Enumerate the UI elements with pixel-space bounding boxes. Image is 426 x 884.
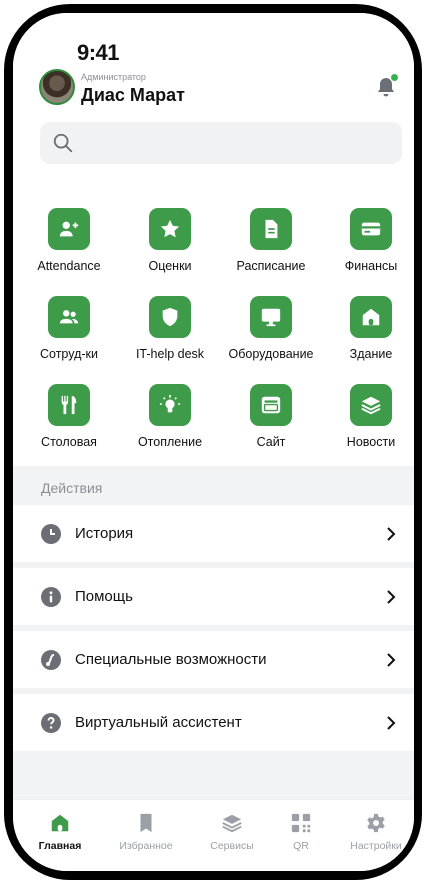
service-label: Расписание xyxy=(236,259,306,273)
header: 9:41 Администратор Диас Марат xyxy=(13,13,414,185)
layers-icon xyxy=(222,814,242,833)
bookmark-icon xyxy=(140,813,152,833)
home-icon xyxy=(362,308,380,326)
monitor-icon xyxy=(261,308,281,327)
gear-icon xyxy=(367,813,385,833)
people-icon xyxy=(59,310,79,324)
search-bar[interactable] xyxy=(40,122,402,164)
service-label: Оборудование xyxy=(228,347,314,361)
card-icon xyxy=(361,222,381,236)
layers-icon xyxy=(361,396,381,415)
action-label: Помощь xyxy=(75,588,133,605)
tab-services[interactable]: Сервисы xyxy=(197,812,267,852)
app-screen: 9:41 Администратор Диас Марат Attendance… xyxy=(13,13,414,871)
service-label: Финансы xyxy=(344,259,398,273)
tab-qr[interactable]: QR xyxy=(266,812,336,852)
star-icon xyxy=(160,219,180,238)
chevron-right-icon xyxy=(387,715,396,730)
add-user-icon xyxy=(59,221,79,237)
service-grades[interactable]: Оценки xyxy=(120,208,220,273)
user-role: Администратор xyxy=(81,72,146,82)
home-icon xyxy=(51,814,69,832)
clock-icon xyxy=(41,523,61,544)
tab-home[interactable]: Главная xyxy=(25,812,95,852)
service-label: Сотруд-ки xyxy=(40,347,98,361)
service-canteen[interactable]: Столовая xyxy=(19,384,119,449)
service-label: Сайт xyxy=(256,435,286,449)
bottom-tab-bar: Главная Избранное Сервисы QR Настройки xyxy=(13,799,414,871)
info-icon xyxy=(41,586,61,607)
avatar[interactable] xyxy=(39,69,75,105)
action-label: Виртуальный ассистент xyxy=(75,714,242,731)
accessibility-icon xyxy=(41,649,61,670)
action-row-accessibility[interactable]: Специальные возможности xyxy=(13,631,414,688)
tab-label: Главная xyxy=(38,840,82,852)
service-website[interactable]: Сайт xyxy=(221,384,321,449)
qr-icon xyxy=(291,813,311,833)
bulb-icon xyxy=(159,394,181,413)
service-label: Отопление xyxy=(137,435,203,449)
service-label: Новости xyxy=(346,435,396,449)
action-row-help[interactable]: Помощь xyxy=(13,568,414,625)
chevron-right-icon xyxy=(387,652,396,667)
service-label: IT-help desk xyxy=(135,347,205,361)
action-label: Специальные возможности xyxy=(75,651,267,668)
action-row-history[interactable]: История xyxy=(13,505,414,562)
question-icon xyxy=(41,712,61,733)
service-building[interactable]: Здание xyxy=(321,296,414,361)
chevron-right-icon xyxy=(387,526,396,541)
service-label: Здание xyxy=(349,347,393,361)
tab-label: Сервисы xyxy=(210,840,254,852)
tab-favorites[interactable]: Избранное xyxy=(111,812,181,852)
service-label: Attendance xyxy=(37,259,101,273)
service-news[interactable]: Новости xyxy=(321,384,414,449)
tab-label: Настройки xyxy=(350,840,402,852)
action-row-assistant[interactable]: Виртуальный ассистент xyxy=(13,694,414,751)
service-label: Столовая xyxy=(41,435,97,449)
user-name: Диас Марат xyxy=(81,85,185,105)
cutlery-icon xyxy=(61,395,77,415)
service-helpdesk[interactable]: IT-help desk xyxy=(120,296,220,361)
tab-settings[interactable]: Настройки xyxy=(341,812,411,852)
shield-icon xyxy=(162,307,178,327)
search-input[interactable] xyxy=(82,122,392,164)
tab-label: QR xyxy=(293,840,309,852)
service-staff[interactable]: Сотруд-ки xyxy=(19,296,119,361)
tab-label: Избранное xyxy=(119,840,173,852)
service-equipment[interactable]: Оборудование xyxy=(221,296,321,361)
service-label: Оценки xyxy=(148,259,192,273)
chevron-right-icon xyxy=(387,589,396,604)
service-schedule[interactable]: Расписание xyxy=(221,208,321,273)
service-finance[interactable]: Финансы xyxy=(321,208,414,273)
action-label: История xyxy=(75,525,134,542)
search-icon xyxy=(53,133,73,153)
services-grid: Attendance Оценки Расписание Финансы Сот… xyxy=(13,185,414,466)
service-attendance[interactable]: Attendance xyxy=(19,208,119,273)
browser-icon xyxy=(261,396,281,414)
service-heating[interactable]: Отопление xyxy=(120,384,220,449)
notification-dot xyxy=(391,74,398,81)
document-icon xyxy=(265,219,278,239)
actions-section-title: Действия xyxy=(41,480,103,496)
status-time: 9:41 xyxy=(77,40,120,65)
